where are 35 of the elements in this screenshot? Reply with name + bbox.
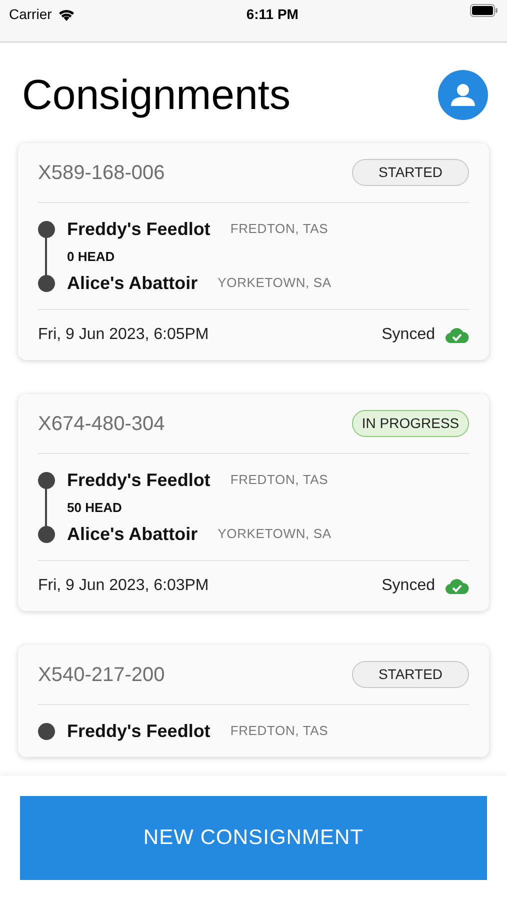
farm-location: FREDTON, TAS (230, 722, 328, 740)
page-title: Consignments (22, 70, 290, 120)
consignment-date: Fri, 9 Jun 2023, 6:05PM (38, 325, 209, 345)
farm-location: YORKETOWN, SA (218, 525, 332, 544)
head-count: 0 HEAD (67, 248, 116, 265)
farm-name: Freddy's Feedlot (67, 218, 210, 241)
person-icon (450, 82, 476, 108)
profile-button[interactable] (438, 70, 488, 120)
consignment-card[interactable]: X540-217-200 STARTED Freddy's Feedlot FREDTON, TAS (18, 645, 489, 757)
sync-status: Synced (382, 325, 435, 345)
farm-location: FREDTON, TAS (230, 471, 328, 490)
carrier-label: Carrier (9, 5, 52, 24)
status-badge: IN PROGRESS (352, 410, 469, 437)
cloud-check-icon (445, 578, 469, 594)
farm-location: YORKETOWN, SA (218, 274, 332, 292)
farm-location: FREDTON, TAS (230, 220, 328, 238)
consignment-card[interactable]: X674-480-304 IN PROGRESS Freddy's Feedlot FREDTON, TAS 50 HEAD Alice's Abattoir YORKETOWN, SA Fri, 9 Jun 2023, 6:03PM Synced (18, 394, 489, 611)
farm-name: Freddy's Feedlot (67, 468, 210, 492)
wifi-icon (58, 8, 75, 21)
farm-name: Alice's Abattoir (67, 272, 198, 294)
farm-name: Alice's Abattoir (67, 522, 198, 546)
consignment-id: X540-217-200 (38, 662, 165, 688)
status-time: 6:11 PM (246, 5, 298, 24)
farm-name: Freddy's Feedlot (67, 720, 210, 743)
sync-status: Synced (382, 576, 435, 596)
consignment-id: X589-168-006 (38, 160, 165, 186)
cloud-check-icon (445, 327, 469, 343)
head-count: 50 HEAD (67, 499, 123, 516)
status-badge: STARTED (352, 159, 469, 186)
consignment-id: X674-480-304 (38, 412, 165, 436)
consignment-date: Fri, 9 Jun 2023, 6:03PM (38, 576, 209, 596)
consignment-card[interactable]: X589-168-006 STARTED Freddy's Feedlot FREDTON, TAS 0 HEAD Alice's Abattoir YORKETOWN, SA Fri, 9 Jun 2023, 6:05PM Synced (18, 143, 489, 360)
status-badge: STARTED (352, 661, 469, 688)
new-consignment-button[interactable]: NEW CONSIGNMENT (20, 796, 487, 880)
battery-icon (470, 4, 498, 17)
